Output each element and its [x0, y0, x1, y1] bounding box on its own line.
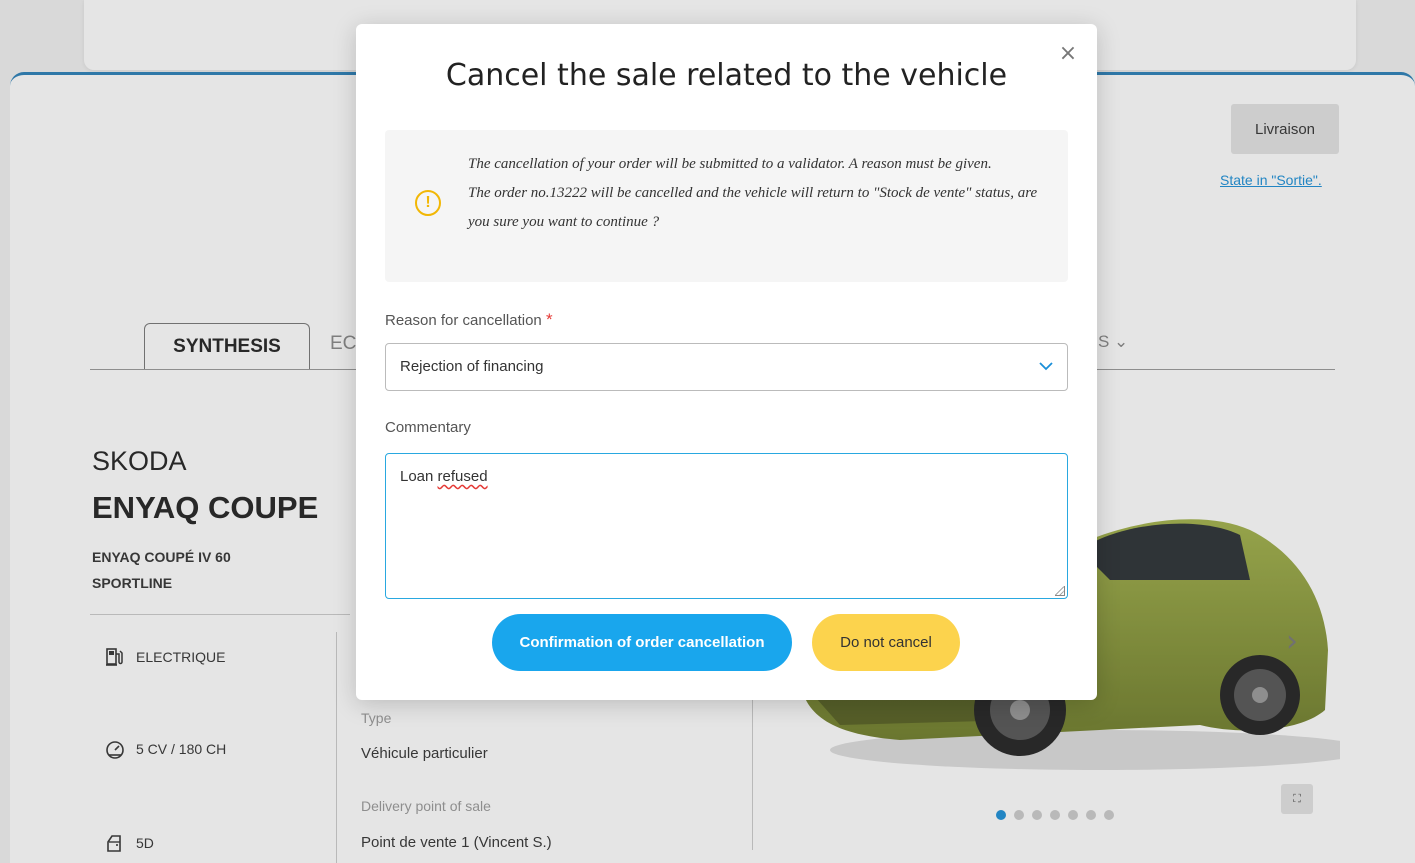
required-mark: * — [545, 310, 553, 329]
reason-label-text: Reason for cancellation — [385, 312, 542, 329]
commentary-word-misspelled: refused — [437, 468, 488, 485]
modal-title: Cancel the sale related to the vehicle — [445, 58, 1008, 93]
cancel-sale-modal: × Cancel the sale related to the vehicle… — [356, 24, 1097, 700]
commentary-textarea[interactable]: Loan refused — [385, 453, 1068, 599]
warning-line-2: The order no.13222 will be cancelled and… — [468, 185, 1038, 230]
commentary-label: Commentary — [385, 419, 471, 436]
confirm-cancellation-button[interactable]: Confirmation of order cancellation — [492, 614, 792, 671]
warning-line-1: The cancellation of your order will be s… — [468, 156, 992, 172]
do-not-cancel-button[interactable]: Do not cancel — [812, 614, 960, 671]
warning-icon: ! — [415, 190, 441, 216]
warning-box: ! The cancellation of your order will be… — [385, 130, 1068, 282]
reason-select-value: Rejection of financing — [400, 358, 544, 375]
resize-handle[interactable] — [1055, 586, 1065, 596]
chevron-down-icon — [1039, 344, 1053, 390]
commentary-word: Loan — [400, 468, 434, 485]
reason-select[interactable]: Rejection of financing — [385, 343, 1068, 391]
reason-label: Reason for cancellation * — [385, 310, 553, 330]
warning-text: The cancellation of your order will be s… — [468, 150, 1048, 237]
